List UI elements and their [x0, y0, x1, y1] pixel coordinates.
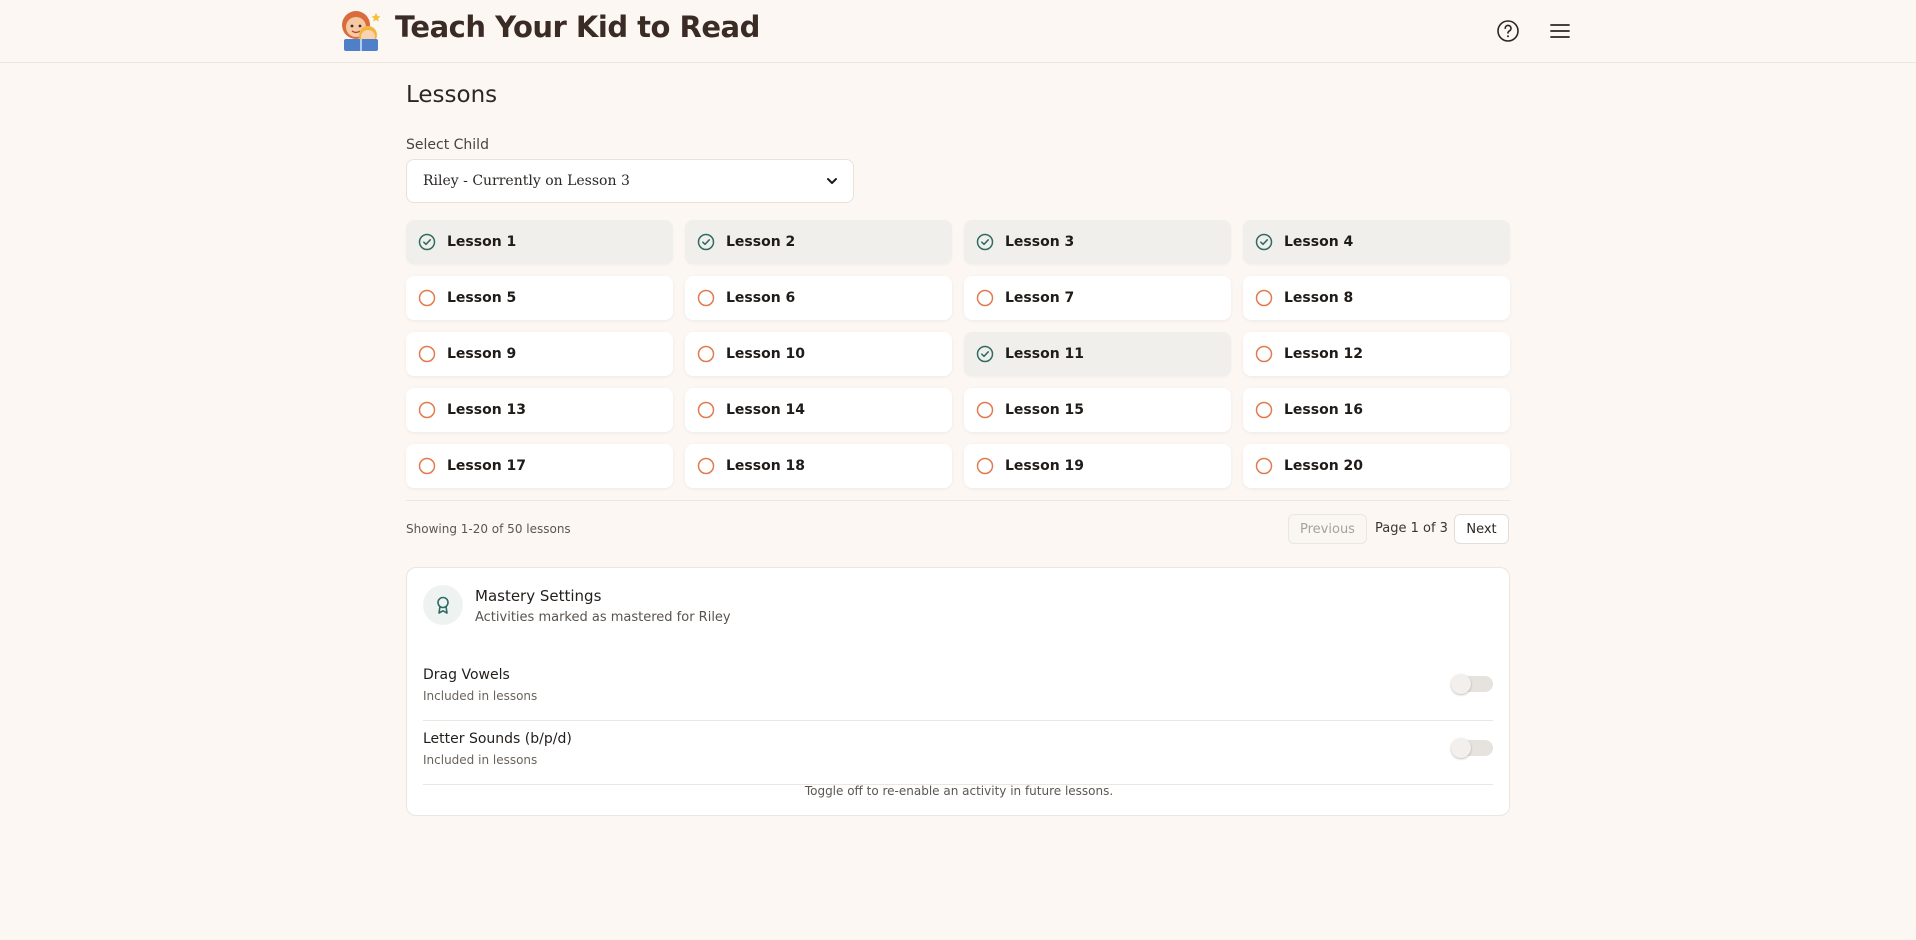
empty-circle-icon — [976, 289, 994, 307]
empty-circle-icon — [1255, 345, 1273, 363]
empty-circle-icon — [418, 289, 436, 307]
lesson-label: Lesson 5 — [447, 290, 517, 306]
empty-circle-icon — [1255, 401, 1273, 419]
lesson-label: Lesson 19 — [1005, 458, 1085, 474]
lesson-label: Lesson 7 — [1005, 290, 1075, 306]
app-title[interactable]: Teach Your Kid to Read — [395, 10, 760, 44]
lesson-card[interactable]: Lesson 1 — [406, 220, 673, 264]
lesson-label: Lesson 4 — [1284, 234, 1354, 250]
empty-circle-icon — [1255, 289, 1273, 307]
lesson-card[interactable]: Lesson 8 — [1243, 276, 1510, 320]
chevron-down-icon — [825, 174, 839, 192]
activity-status: Included in lessons — [423, 753, 538, 767]
mastered-toggle[interactable] — [1451, 738, 1493, 758]
mastery-footnote: Toggle off to re-enable an activity in f… — [804, 784, 1114, 798]
lesson-label: Lesson 1 — [447, 234, 517, 250]
check-circle-icon — [418, 233, 436, 251]
page-info: Page 1 of 3 — [1375, 521, 1448, 536]
page-title: Lessons — [406, 82, 498, 108]
lesson-label: Lesson 18 — [726, 458, 806, 474]
lesson-grid: Lesson 1 Lesson 2 Lesson 3 Lesson 4 Lesson 5… — [406, 220, 1510, 488]
child-select[interactable]: Riley - Currently on Lesson 3 — [406, 159, 854, 203]
lesson-label: Lesson 14 — [726, 402, 806, 418]
activity-name: Letter Sounds (b/p/d) — [423, 731, 572, 747]
empty-circle-icon — [1255, 457, 1273, 475]
empty-circle-icon — [976, 401, 994, 419]
lesson-label: Lesson 20 — [1284, 458, 1364, 474]
lesson-card[interactable]: Lesson 9 — [406, 332, 673, 376]
empty-circle-icon — [697, 401, 715, 419]
lesson-card[interactable]: Lesson 7 — [964, 276, 1231, 320]
lesson-card[interactable]: Lesson 6 — [685, 276, 952, 320]
activity-status: Included in lessons — [423, 689, 538, 703]
empty-circle-icon — [697, 457, 715, 475]
mastery-settings-card: Mastery Settings Activities marked as ma… — [406, 567, 1510, 816]
lesson-card[interactable]: Lesson 20 — [1243, 444, 1510, 488]
empty-circle-icon — [697, 345, 715, 363]
lesson-label: Lesson 11 — [1005, 346, 1085, 362]
empty-circle-icon — [976, 457, 994, 475]
activity-row: Letter Sounds (b/p/d) Included in lesson… — [423, 721, 1493, 785]
lesson-card[interactable]: Lesson 12 — [1243, 332, 1510, 376]
lesson-card[interactable]: Lesson 2 — [685, 220, 952, 264]
lesson-card[interactable]: Lesson 15 — [964, 388, 1231, 432]
toggle-knob — [1451, 674, 1471, 694]
check-circle-icon — [697, 233, 715, 251]
check-circle-icon — [1255, 233, 1273, 251]
lesson-card[interactable]: Lesson 5 — [406, 276, 673, 320]
top-bar: Teach Your Kid to Read — [0, 0, 1916, 63]
empty-circle-icon — [418, 457, 436, 475]
empty-circle-icon — [697, 289, 715, 307]
lesson-card[interactable]: Lesson 13 — [406, 388, 673, 432]
lesson-card[interactable]: Lesson 14 — [685, 388, 952, 432]
next-button[interactable]: Next — [1454, 514, 1509, 544]
lesson-label: Lesson 10 — [726, 346, 806, 362]
lesson-label: Lesson 6 — [726, 290, 796, 306]
lesson-card[interactable]: Lesson 11 — [964, 332, 1231, 376]
mastered-toggle[interactable] — [1451, 674, 1493, 694]
lesson-label: Lesson 15 — [1005, 402, 1085, 418]
empty-circle-icon — [418, 345, 436, 363]
activity-name: Drag Vowels — [423, 667, 510, 683]
showing-count: Showing 1-20 of 50 lessons — [406, 522, 571, 536]
toggle-knob — [1451, 738, 1471, 758]
lesson-label: Lesson 12 — [1284, 346, 1364, 362]
lesson-card[interactable]: Lesson 18 — [685, 444, 952, 488]
lesson-label: Lesson 3 — [1005, 234, 1075, 250]
select-child-label: Select Child — [406, 137, 489, 153]
activity-row: Drag Vowels Included in lessons — [423, 657, 1493, 721]
check-circle-icon — [976, 345, 994, 363]
lesson-label: Lesson 13 — [447, 402, 527, 418]
divider — [406, 500, 1510, 501]
mastery-subtitle: Activities marked as mastered for Riley — [475, 610, 731, 625]
lesson-label: Lesson 9 — [447, 346, 517, 362]
menu-icon[interactable] — [1546, 17, 1574, 45]
empty-circle-icon — [418, 401, 436, 419]
previous-button[interactable]: Previous — [1288, 514, 1367, 544]
lesson-label: Lesson 2 — [726, 234, 796, 250]
lesson-card[interactable]: Lesson 4 — [1243, 220, 1510, 264]
lesson-label: Lesson 17 — [447, 458, 527, 474]
check-circle-icon — [976, 233, 994, 251]
lesson-card[interactable]: Lesson 19 — [964, 444, 1231, 488]
lesson-card[interactable]: Lesson 10 — [685, 332, 952, 376]
lesson-label: Lesson 8 — [1284, 290, 1354, 306]
lesson-card[interactable]: Lesson 17 — [406, 444, 673, 488]
mastery-title: Mastery Settings — [475, 587, 602, 605]
award-icon — [423, 585, 463, 625]
help-icon[interactable] — [1494, 17, 1522, 45]
logo-icon[interactable] — [336, 7, 386, 55]
lesson-card[interactable]: Lesson 16 — [1243, 388, 1510, 432]
lesson-card[interactable]: Lesson 3 — [964, 220, 1231, 264]
lesson-label: Lesson 16 — [1284, 402, 1364, 418]
selected-child-value: Riley - Currently on Lesson 3 — [423, 173, 630, 189]
